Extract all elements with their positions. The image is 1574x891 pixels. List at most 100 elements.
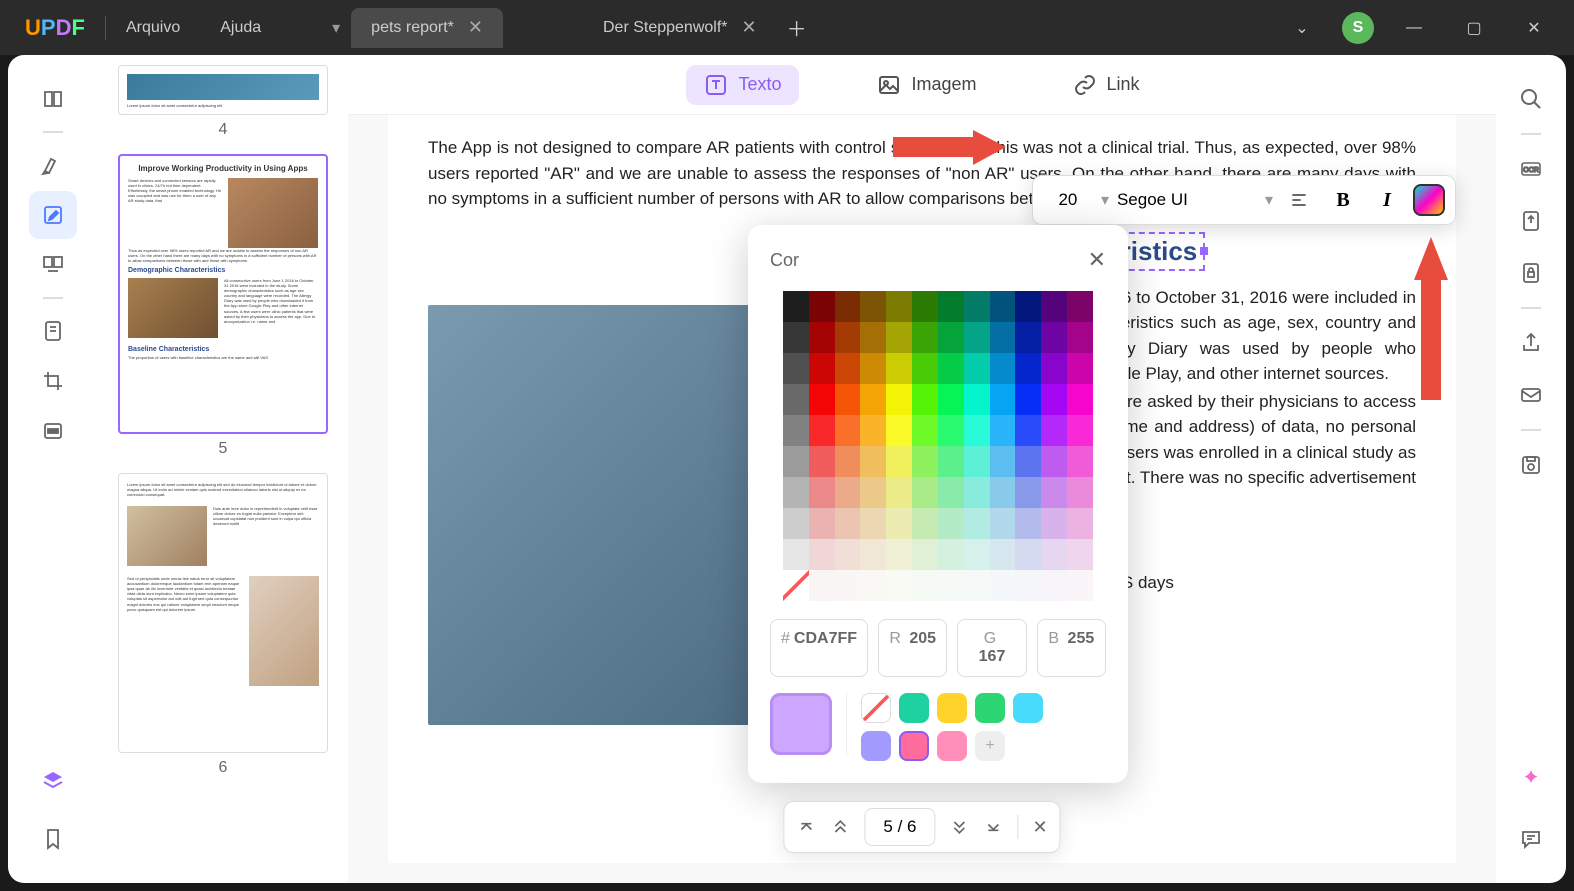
color-cell[interactable] [938, 539, 964, 570]
color-cell[interactable] [783, 539, 809, 570]
tab-dropdown[interactable]: ▾ [321, 18, 351, 38]
color-cell[interactable] [964, 446, 990, 477]
current-color-swatch[interactable] [770, 693, 832, 755]
color-cell[interactable] [835, 477, 861, 508]
color-cell[interactable] [886, 446, 912, 477]
form-tool[interactable] [29, 307, 77, 355]
color-cell[interactable] [964, 539, 990, 570]
color-cell[interactable] [809, 446, 835, 477]
color-cell[interactable] [809, 570, 835, 601]
color-cell[interactable] [835, 322, 861, 353]
color-cell[interactable] [990, 322, 1016, 353]
highlighter-tool[interactable] [29, 141, 77, 189]
color-cell[interactable] [912, 508, 938, 539]
color-cell[interactable] [1015, 446, 1041, 477]
edit-tool[interactable] [29, 191, 77, 239]
color-cell[interactable] [860, 446, 886, 477]
color-cell[interactable] [835, 415, 861, 446]
color-cell[interactable] [964, 415, 990, 446]
color-cell[interactable] [1041, 322, 1067, 353]
close-button[interactable]: ✕ [1514, 8, 1554, 48]
reader-tool[interactable] [29, 75, 77, 123]
ocr-button[interactable]: OCR [1507, 145, 1555, 193]
color-cell[interactable] [938, 353, 964, 384]
next-page-button[interactable] [950, 817, 970, 837]
color-cell[interactable] [912, 353, 938, 384]
color-cell[interactable] [990, 384, 1016, 415]
color-cell[interactable] [835, 384, 861, 415]
thumbnail-4[interactable]: Lorem ipsum dolor sit amet consectetur a… [108, 65, 338, 139]
color-cell[interactable] [886, 322, 912, 353]
color-grid[interactable] [783, 291, 1093, 601]
color-cell[interactable] [1015, 508, 1041, 539]
color-cell[interactable] [1015, 322, 1041, 353]
color-cell[interactable] [1041, 291, 1067, 322]
first-page-button[interactable] [796, 817, 816, 837]
protect-button[interactable] [1507, 249, 1555, 297]
minimize-button[interactable]: — [1394, 8, 1434, 48]
bold-button[interactable]: B [1325, 182, 1361, 218]
image-tool-button[interactable]: Imagem [859, 65, 994, 105]
color-cell[interactable] [783, 570, 809, 601]
chevron-down-icon[interactable]: ⌄ [1282, 8, 1322, 48]
color-cell[interactable] [990, 570, 1016, 601]
color-cell[interactable] [912, 322, 938, 353]
share-button[interactable] [1507, 319, 1555, 367]
save-button[interactable] [1507, 441, 1555, 489]
italic-button[interactable]: I [1369, 182, 1405, 218]
color-cell[interactable] [1067, 384, 1093, 415]
color-cell[interactable] [912, 446, 938, 477]
color-cell[interactable] [964, 291, 990, 322]
color-cell[interactable] [1067, 508, 1093, 539]
color-cell[interactable] [1041, 539, 1067, 570]
color-cell[interactable] [783, 291, 809, 322]
menu-file[interactable]: Arquivo [126, 19, 180, 37]
crop-tool[interactable] [29, 357, 77, 405]
link-tool-button[interactable]: Link [1055, 65, 1158, 105]
b-input[interactable]: B 255 [1037, 619, 1106, 677]
comment-button[interactable] [1507, 815, 1555, 863]
organize-tool[interactable] [29, 241, 77, 289]
color-cell[interactable] [783, 384, 809, 415]
color-cell[interactable] [886, 539, 912, 570]
color-cell[interactable] [860, 353, 886, 384]
color-cell[interactable] [964, 322, 990, 353]
redact-tool[interactable] [29, 407, 77, 455]
color-cell[interactable] [835, 508, 861, 539]
color-cell[interactable] [1041, 384, 1067, 415]
color-cell[interactable] [990, 446, 1016, 477]
color-cell[interactable] [938, 508, 964, 539]
color-cell[interactable] [1041, 508, 1067, 539]
prev-page-button[interactable] [830, 817, 850, 837]
color-cell[interactable] [1067, 415, 1093, 446]
color-cell[interactable] [886, 415, 912, 446]
color-cell[interactable] [886, 353, 912, 384]
color-cell[interactable] [860, 539, 886, 570]
add-swatch-button[interactable]: + [975, 731, 1005, 761]
color-cell[interactable] [1041, 570, 1067, 601]
color-cell[interactable] [1041, 415, 1067, 446]
color-cell[interactable] [886, 384, 912, 415]
color-cell[interactable] [1015, 415, 1041, 446]
maximize-button[interactable]: ▢ [1454, 8, 1494, 48]
color-cell[interactable] [1067, 570, 1093, 601]
color-cell[interactable] [835, 353, 861, 384]
color-cell[interactable] [886, 477, 912, 508]
color-cell[interactable] [835, 539, 861, 570]
chevron-down-icon[interactable]: ▾ [1265, 190, 1273, 210]
color-cell[interactable] [938, 291, 964, 322]
layers-tool[interactable] [29, 757, 77, 805]
color-cell[interactable] [938, 322, 964, 353]
color-cell[interactable] [809, 508, 835, 539]
color-cell[interactable] [860, 508, 886, 539]
color-cell[interactable] [809, 291, 835, 322]
color-cell[interactable] [809, 539, 835, 570]
color-cell[interactable] [783, 322, 809, 353]
thumbnail-6[interactable]: Lorem ipsum dolor sit amet consectetur a… [108, 473, 338, 777]
text-tool-button[interactable]: Texto [686, 65, 799, 105]
color-cell[interactable] [809, 384, 835, 415]
tab-pets-report[interactable]: pets report* ✕ [351, 8, 503, 48]
color-cell[interactable] [964, 384, 990, 415]
user-avatar[interactable]: S [1342, 12, 1374, 44]
color-cell[interactable] [964, 508, 990, 539]
